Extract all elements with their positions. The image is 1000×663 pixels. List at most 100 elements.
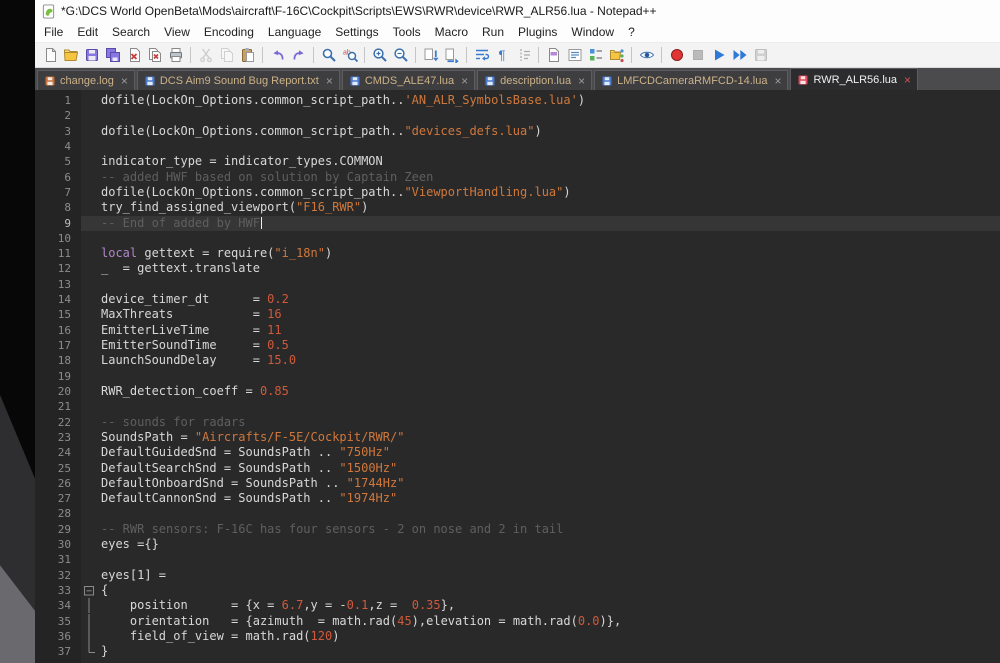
- line-number[interactable]: 32: [35, 567, 81, 583]
- save-macro-icon[interactable]: [751, 46, 770, 65]
- code-text[interactable]: DefaultGuidedSnd = SoundsPath .. "750Hz": [97, 445, 1000, 460]
- open-folder-icon[interactable]: [61, 46, 80, 65]
- zoom-out-icon[interactable]: [391, 46, 410, 65]
- menu-item-window[interactable]: Window: [564, 23, 621, 41]
- code-editor[interactable]: 1 dofile(LockOn_Options.common_script_pat…: [35, 90, 1000, 663]
- line-number[interactable]: 6: [35, 169, 81, 185]
- tab-close-icon[interactable]: ×: [578, 75, 585, 87]
- code-text[interactable]: local gettext = require("i_18n"): [97, 246, 1000, 261]
- code-text[interactable]: }: [97, 644, 1000, 659]
- line-number[interactable]: 31: [35, 552, 81, 568]
- code-text[interactable]: -- RWR sensors: F-16C has four sensors -…: [97, 522, 1000, 537]
- cut-icon[interactable]: [196, 46, 215, 65]
- paste-icon[interactable]: [238, 46, 257, 65]
- code-text[interactable]: orientation = {azimuth = math.rad(45),el…: [97, 614, 1000, 629]
- line-number[interactable]: 9: [35, 215, 81, 231]
- new-file-icon[interactable]: [40, 46, 59, 65]
- code-text[interactable]: RWR_detection_coeff = 0.85: [97, 384, 1000, 399]
- tab-lmfcdcamerarmfcd-14-lua[interactable]: LMFCDCameraRMFCD-14.lua ×: [594, 70, 789, 90]
- code-text[interactable]: device_timer_dt = 0.2: [97, 292, 1000, 307]
- line-number[interactable]: 33: [35, 583, 81, 599]
- code-text[interactable]: {: [97, 583, 1000, 598]
- line-number[interactable]: 28: [35, 506, 81, 522]
- indent-guide-icon[interactable]: [514, 46, 533, 65]
- line-number[interactable]: 30: [35, 537, 81, 553]
- line-number[interactable]: 16: [35, 322, 81, 338]
- menu-item-run[interactable]: Run: [475, 23, 511, 41]
- copy-icon[interactable]: [217, 46, 236, 65]
- close-icon[interactable]: [124, 46, 143, 65]
- monitoring-icon[interactable]: [637, 46, 656, 65]
- code-text[interactable]: dofile(LockOn_Options.common_script_path…: [97, 93, 1000, 108]
- record-macro-icon[interactable]: [667, 46, 686, 65]
- menu-item-search[interactable]: Search: [105, 23, 157, 41]
- code-text[interactable]: try_find_assigned_viewport("F16_RWR"): [97, 200, 1000, 215]
- print-icon[interactable]: [166, 46, 185, 65]
- line-number[interactable]: 19: [35, 368, 81, 384]
- code-text[interactable]: [97, 139, 1000, 154]
- sync-scroll-h-icon[interactable]: [442, 46, 461, 65]
- menu-item-file[interactable]: File: [37, 23, 70, 41]
- tab-cmds-ale47-lua[interactable]: CMDS_ALE47.lua ×: [341, 70, 476, 90]
- code-text[interactable]: MaxThreats = 16: [97, 307, 1000, 322]
- code-text[interactable]: _ = gettext.translate: [97, 261, 1000, 276]
- title-bar[interactable]: *G:\DCS World OpenBeta\Mods\aircraft\F-1…: [35, 0, 1000, 22]
- find-icon[interactable]: [319, 46, 338, 65]
- line-number[interactable]: 21: [35, 399, 81, 415]
- menu-item-language[interactable]: Language: [261, 23, 328, 41]
- line-number[interactable]: 29: [35, 521, 81, 538]
- line-number[interactable]: 13: [35, 276, 81, 293]
- line-number[interactable]: 20: [35, 383, 81, 400]
- save-icon[interactable]: [82, 46, 101, 65]
- code-text[interactable]: indicator_type = indicator_types.COMMON: [97, 154, 1000, 169]
- menu-item-edit[interactable]: Edit: [70, 23, 105, 41]
- code-text[interactable]: [97, 108, 1000, 123]
- code-text[interactable]: position = {x = 6.7,y = -0.1,z = 0.35},: [97, 598, 1000, 613]
- line-number[interactable]: 34: [35, 598, 81, 614]
- tab-close-icon[interactable]: ×: [121, 75, 128, 87]
- line-number[interactable]: 5: [35, 154, 81, 170]
- doc-list-icon[interactable]: [565, 46, 584, 65]
- code-text[interactable]: [97, 399, 1000, 414]
- save-all-icon[interactable]: [103, 46, 122, 65]
- code-text[interactable]: dofile(LockOn_Options.common_script_path…: [97, 185, 1000, 200]
- line-number[interactable]: 22: [35, 414, 81, 430]
- menu-item-plugins[interactable]: Plugins: [511, 23, 564, 41]
- line-number[interactable]: 15: [35, 307, 81, 323]
- tab-close-icon[interactable]: ×: [461, 75, 468, 87]
- code-text[interactable]: EmitterLiveTime = 11: [97, 323, 1000, 338]
- doc-map-icon[interactable]: [544, 46, 563, 65]
- line-number[interactable]: 14: [35, 292, 81, 308]
- menu-item-macro[interactable]: Macro: [428, 23, 475, 41]
- line-number[interactable]: 36: [35, 628, 81, 645]
- line-number[interactable]: 25: [35, 460, 81, 476]
- code-text[interactable]: [97, 369, 1000, 384]
- line-number[interactable]: 23: [35, 429, 81, 446]
- line-number[interactable]: 3: [35, 123, 81, 139]
- code-text[interactable]: DefaultCannonSnd = SoundsPath .. "1974Hz…: [97, 491, 1000, 506]
- line-number[interactable]: 4: [35, 138, 81, 155]
- line-number[interactable]: 10: [35, 230, 81, 247]
- tab-close-icon[interactable]: ×: [904, 74, 911, 86]
- menu-item-help[interactable]: ?: [621, 23, 642, 41]
- redo-icon[interactable]: [289, 46, 308, 65]
- line-number[interactable]: 18: [35, 353, 81, 369]
- code-text[interactable]: LaunchSoundDelay = 15.0: [97, 353, 1000, 368]
- code-text[interactable]: dofile(LockOn_Options.common_script_path…: [97, 124, 1000, 139]
- word-wrap-icon[interactable]: [472, 46, 491, 65]
- line-number[interactable]: 26: [35, 475, 81, 492]
- line-number[interactable]: 1: [35, 93, 81, 109]
- code-text[interactable]: eyes ={}: [97, 537, 1000, 552]
- code-text[interactable]: -- End of added by HWF: [97, 215, 1000, 231]
- menu-item-settings[interactable]: Settings: [328, 23, 385, 41]
- show-all-characters-icon[interactable]: ¶: [493, 46, 512, 65]
- code-text[interactable]: EmitterSoundTime = 0.5: [97, 338, 1000, 353]
- sync-scroll-v-icon[interactable]: [421, 46, 440, 65]
- line-number[interactable]: 8: [35, 200, 81, 216]
- code-text[interactable]: DefaultOnboardSnd = SoundsPath .. "1744H…: [97, 476, 1000, 491]
- function-list-icon[interactable]: [586, 46, 605, 65]
- zoom-in-icon[interactable]: [370, 46, 389, 65]
- tab-close-icon[interactable]: ×: [774, 75, 781, 87]
- code-text[interactable]: [97, 552, 1000, 567]
- replace-icon[interactable]: ab: [340, 46, 359, 65]
